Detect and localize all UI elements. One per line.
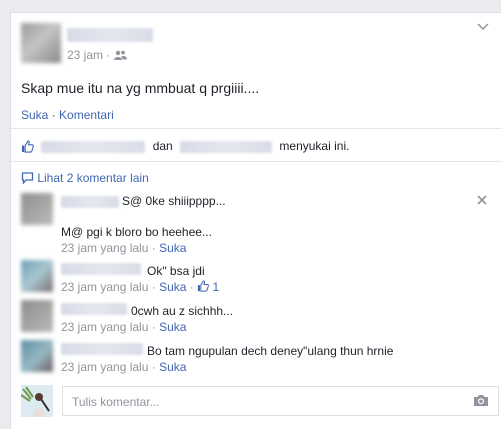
comment-text: S@ 0ke shiiipppp... <box>122 194 226 208</box>
comment-meta: 23 jam yang lalu · Suka <box>61 320 187 334</box>
comment-meta: 23 jam yang lalu · Suka <box>61 241 187 255</box>
comment-meta: 23 jam yang lalu · Suka <box>61 360 187 374</box>
divider <box>11 128 501 129</box>
thumbs-up-icon[interactable] <box>197 280 210 292</box>
other-likers[interactable] <box>180 140 273 153</box>
commenter-name[interactable] <box>61 343 143 355</box>
comment-like-link[interactable]: Suka <box>159 320 186 334</box>
thumbs-up-icon <box>21 140 34 153</box>
speech-bubble-icon <box>21 172 34 185</box>
comment-text-line2: M@ pgi k bloro bo heehee... <box>61 225 212 239</box>
comment-like-link[interactable]: Suka <box>159 241 186 255</box>
chevron-down-icon[interactable] <box>477 23 489 31</box>
post-meta: 23 jam · <box>67 48 127 62</box>
post-timestamp[interactable]: 23 jam <box>67 48 103 62</box>
commenter-name[interactable] <box>61 263 141 275</box>
post-text: Skap mue itu na yg mmbuat q prgiiii.... <box>21 80 260 96</box>
author-avatar[interactable] <box>21 23 61 63</box>
close-icon[interactable] <box>477 195 487 205</box>
post-card: 23 jam · Skap mue itu na yg mmbuat q prg… <box>10 12 501 429</box>
commenter-avatar[interactable] <box>21 260 53 292</box>
commenter-avatar[interactable] <box>21 340 53 372</box>
friends-icon[interactable] <box>113 50 127 60</box>
comment-meta: 23 jam yang lalu · Suka · 1 <box>61 280 220 294</box>
liker-name[interactable] <box>41 140 146 153</box>
camera-icon[interactable] <box>473 394 489 407</box>
comment-text: 0cwh au z sichhh... <box>131 304 234 318</box>
comment-input[interactable]: Tulis komentar... <box>62 386 499 416</box>
comment-like-count[interactable]: 1 <box>212 280 219 294</box>
comment-like-link[interactable]: Suka <box>159 280 186 294</box>
view-more-comments[interactable]: Lihat 2 komentar lain <box>21 171 149 185</box>
commenter-name[interactable] <box>61 196 119 208</box>
post-actions: Suka · Komentari <box>21 108 114 122</box>
avatar-image <box>21 385 53 417</box>
comment-input-placeholder: Tulis komentar... <box>72 395 160 409</box>
like-link[interactable]: Suka <box>21 108 48 122</box>
comment-text: Ok" bsa jdi <box>147 264 205 278</box>
comment-text: Bo tam ngupulan dech deney"ulang thun hr… <box>147 344 394 358</box>
current-user-avatar[interactable] <box>21 385 53 417</box>
likes-summary: dan menyukai ini. <box>21 139 349 153</box>
commenter-avatar[interactable] <box>21 193 53 225</box>
commenter-avatar[interactable] <box>21 300 53 332</box>
comment-link[interactable]: Komentari <box>59 108 114 122</box>
divider <box>11 161 501 162</box>
commenter-name[interactable] <box>61 303 127 315</box>
author-name[interactable] <box>67 28 153 42</box>
comment-like-link[interactable]: Suka <box>159 360 186 374</box>
